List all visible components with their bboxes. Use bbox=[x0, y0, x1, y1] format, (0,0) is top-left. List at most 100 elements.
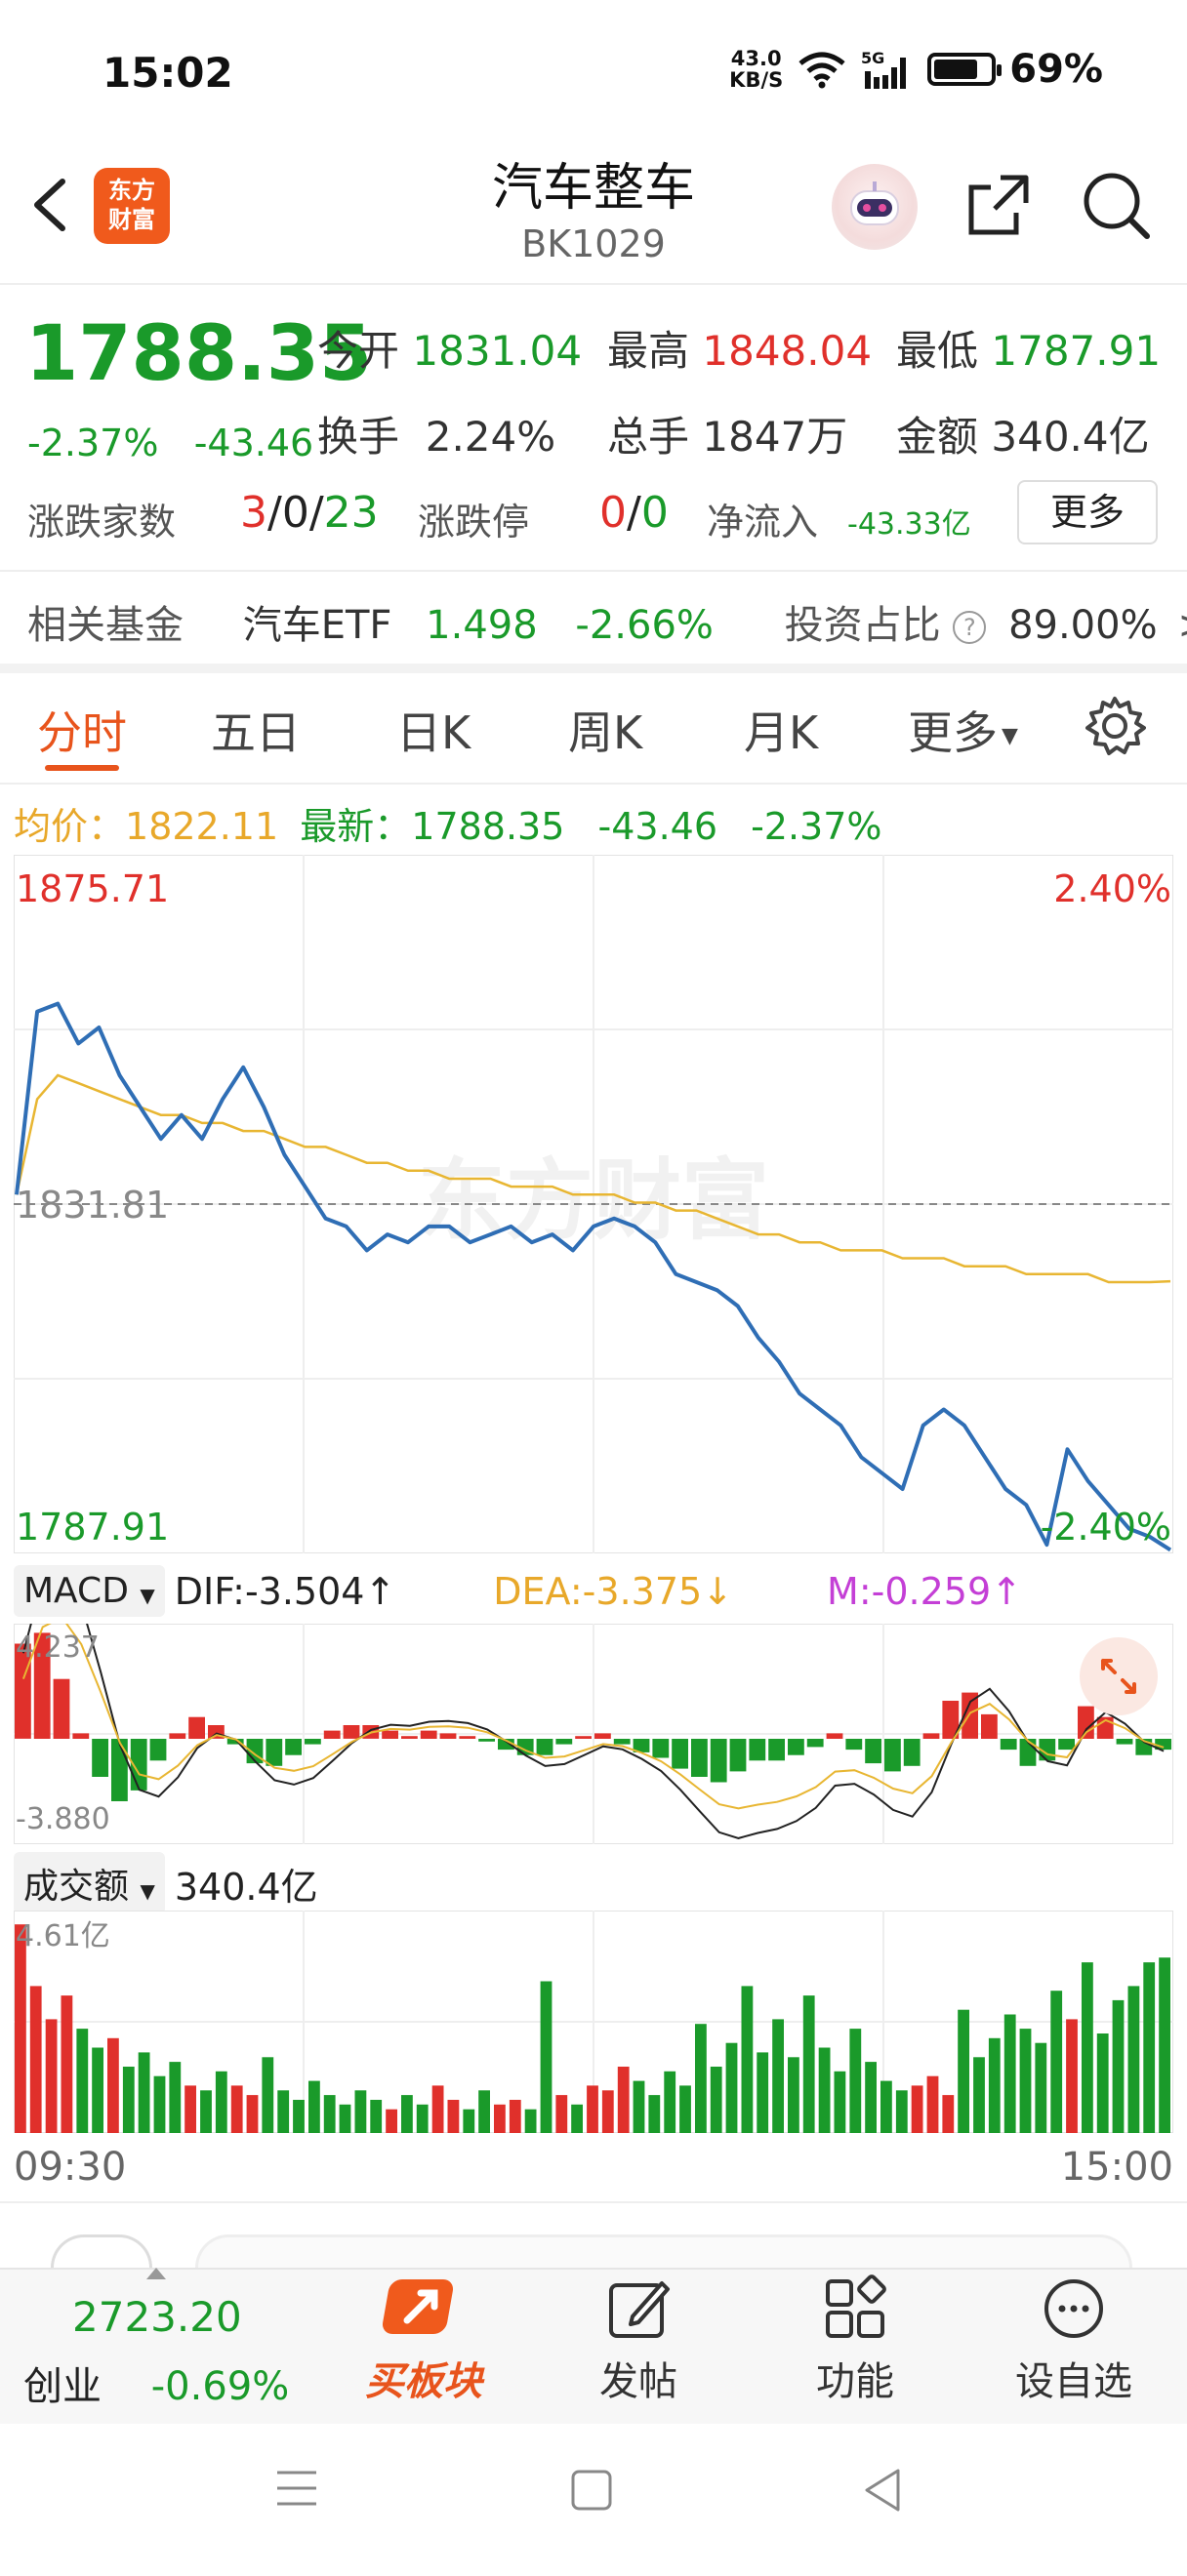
volume-bar bbox=[695, 2024, 707, 2133]
macd-bar bbox=[1058, 1739, 1075, 1751]
low-value: 1787.91 bbox=[991, 327, 1162, 375]
divider bbox=[0, 570, 1187, 572]
macd-bar bbox=[691, 1739, 708, 1777]
volume-bar bbox=[757, 2052, 769, 2133]
volume-chart[interactable]: 4.61亿 bbox=[14, 1911, 1173, 2133]
caret-down-icon: ▼ bbox=[140, 1584, 155, 1607]
fund-ratio: 89.00% bbox=[1008, 603, 1158, 648]
divider bbox=[0, 283, 1187, 285]
tab-more[interactable]: 更多 ▼ bbox=[908, 698, 1018, 762]
volume-bar bbox=[447, 2100, 460, 2133]
mid-price-label: 1831.81 bbox=[16, 1184, 169, 1227]
tab-rik[interactable]: 日K bbox=[396, 698, 471, 762]
post-button[interactable]: 发帖 bbox=[541, 2274, 736, 2406]
latest-pct: -2.37% bbox=[751, 805, 882, 848]
volume-bar bbox=[76, 2029, 89, 2133]
volume-bar bbox=[230, 2085, 243, 2133]
volume-bar bbox=[895, 2090, 908, 2133]
caret-down-icon: ▼ bbox=[1002, 724, 1018, 748]
volume-bar bbox=[370, 2100, 383, 2133]
macd-dea: DEA:-3.375↓ bbox=[493, 1569, 734, 1613]
volume-bar bbox=[277, 2090, 290, 2133]
tab-yuek[interactable]: 月K bbox=[744, 698, 818, 762]
volume-bar bbox=[122, 2067, 135, 2133]
volume-bar bbox=[184, 2085, 196, 2133]
index-name: 创业 bbox=[23, 2364, 102, 2409]
top-pct-label: 2.40% bbox=[1053, 867, 1171, 910]
volume-selector[interactable]: 成交额 ▼ bbox=[14, 1852, 165, 1914]
macd-bar bbox=[266, 1739, 283, 1766]
volume-bar bbox=[1050, 1991, 1063, 2133]
help-icon[interactable]: ? bbox=[953, 611, 987, 644]
macd-bar bbox=[401, 1736, 418, 1739]
macd-bar bbox=[749, 1739, 766, 1761]
related-fund-row[interactable]: 相关基金 汽车ETF 1.498 -2.66% 投资占比 ? 89.00% > bbox=[27, 593, 1187, 650]
breadth-sep-2: / bbox=[308, 488, 324, 538]
macd-chart[interactable]: 4.237 -3.880 bbox=[14, 1624, 1173, 1844]
fund-ratio-label: 投资占比 bbox=[784, 603, 941, 648]
expand-icon[interactable] bbox=[1080, 1637, 1158, 1715]
share-icon[interactable] bbox=[962, 168, 1036, 242]
macd-bar bbox=[111, 1739, 128, 1801]
menu-icon[interactable] bbox=[275, 2469, 318, 2508]
volume-bar bbox=[1019, 2029, 1032, 2133]
macd-bar bbox=[420, 1730, 437, 1739]
bottom-pct-label: -2.40% bbox=[1041, 1506, 1171, 1549]
grid-icon bbox=[826, 2274, 886, 2338]
intraday-chart[interactable]: 东方财富 1875.71 2.40% 1831.81 1787.91 -2.40… bbox=[14, 855, 1173, 1553]
macd-bar bbox=[865, 1739, 881, 1764]
macd-bar bbox=[981, 1713, 998, 1739]
macd-bar bbox=[323, 1730, 341, 1739]
latest-value: 1788.35 bbox=[411, 805, 565, 848]
back-nav-icon[interactable] bbox=[863, 2467, 902, 2514]
macd-bar bbox=[1000, 1739, 1017, 1751]
tab-fenshi[interactable]: 分时 bbox=[37, 698, 127, 762]
tab-wuri[interactable]: 五日 bbox=[211, 698, 301, 762]
macd-bar bbox=[92, 1739, 108, 1777]
macd-bar bbox=[729, 1739, 747, 1772]
volume-bar bbox=[1112, 1999, 1125, 2133]
volume-bar bbox=[849, 2029, 862, 2133]
assistant-robot-icon[interactable] bbox=[832, 164, 918, 250]
volume-bar bbox=[1096, 2033, 1109, 2133]
volume-bar bbox=[942, 2095, 955, 2133]
volume-bar bbox=[308, 2080, 320, 2133]
volume-bar bbox=[494, 2104, 506, 2133]
high-label: 最高 bbox=[607, 327, 690, 375]
macd-bar bbox=[575, 1736, 592, 1739]
add-favorite-button[interactable]: 设自选 bbox=[976, 2274, 1171, 2406]
volume-bar bbox=[354, 2090, 367, 2133]
section-gap bbox=[0, 664, 1187, 673]
comment-input[interactable] bbox=[195, 2234, 1132, 2268]
search-icon[interactable] bbox=[1079, 168, 1153, 242]
avg-label: 均价： bbox=[14, 805, 126, 848]
volume-bar bbox=[926, 2075, 939, 2133]
volume-bar bbox=[834, 2071, 846, 2133]
robot-face-icon bbox=[850, 181, 899, 225]
comment-avatar bbox=[51, 2234, 152, 2268]
index-widget[interactable]: 2723.20 创业 -0.69% bbox=[23, 2293, 336, 2411]
macd-bar bbox=[845, 1739, 863, 1751]
macd-selector[interactable]: MACD ▼ bbox=[14, 1565, 165, 1617]
volume-bar bbox=[200, 2090, 212, 2133]
macd-bar bbox=[72, 1733, 90, 1739]
buy-board-button[interactable]: 买板块 bbox=[326, 2274, 521, 2406]
volume-bar bbox=[478, 2090, 490, 2133]
macd-bar bbox=[826, 1733, 843, 1739]
function-button[interactable]: 功能 bbox=[757, 2274, 953, 2406]
caret-down-icon: ▼ bbox=[140, 1879, 155, 1903]
macd-bar bbox=[188, 1716, 205, 1739]
status-icons: 43.0 KB/S 5G 69% bbox=[729, 47, 1103, 92]
tab-zhouk[interactable]: 周K bbox=[568, 698, 642, 762]
breadth-label: 涨跌家数 bbox=[27, 501, 177, 543]
volume-bar bbox=[571, 2104, 583, 2133]
low-field: 最低 1787.91 bbox=[896, 318, 1161, 378]
home-icon[interactable] bbox=[570, 2469, 613, 2512]
gear-icon[interactable] bbox=[1084, 695, 1146, 757]
limit-sep: / bbox=[627, 488, 641, 538]
volume-bar bbox=[92, 2047, 103, 2133]
macd-bar bbox=[555, 1739, 573, 1745]
macd-bar bbox=[903, 1739, 921, 1766]
volume-bar bbox=[865, 2062, 877, 2133]
more-button[interactable]: 更多 bbox=[1017, 480, 1158, 544]
